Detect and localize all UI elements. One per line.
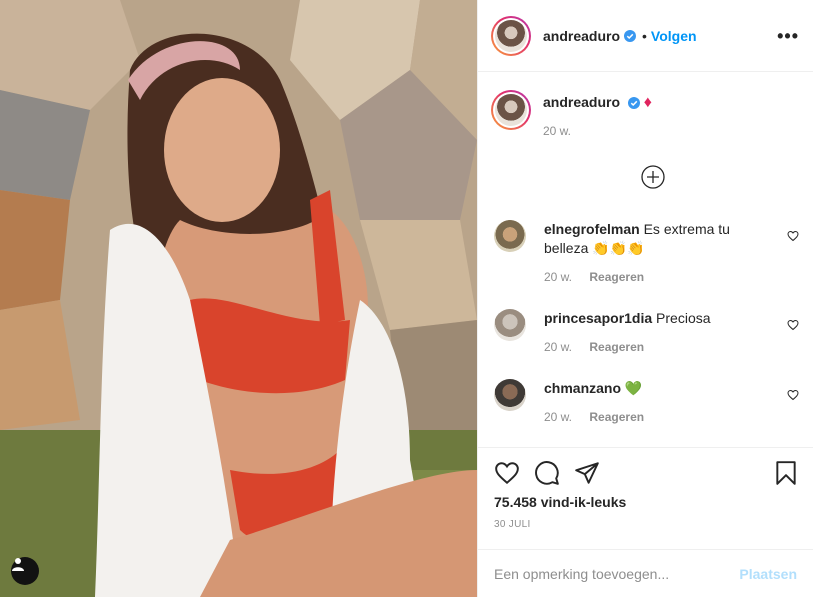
reply-button[interactable]: Reageren	[589, 340, 644, 354]
caption-avatar[interactable]	[491, 90, 531, 130]
post-details-panel: andreaduro • Volgen ••• andreaduro ♦ 20 …	[477, 0, 813, 597]
author-username[interactable]: andreaduro	[543, 28, 620, 44]
verified-icon	[624, 29, 637, 42]
commenter-avatar[interactable]	[494, 379, 526, 411]
verified-icon	[627, 97, 640, 110]
likes-count[interactable]: 75.458 vind-ik-leuks	[494, 494, 626, 510]
caption-username[interactable]: andreaduro	[543, 94, 620, 110]
heart-icon[interactable]	[787, 230, 799, 242]
post-actions: 75.458 vind-ik-leuks 30 JULI Plaatsen	[478, 447, 813, 597]
post-comment-button[interactable]: Plaatsen	[739, 566, 797, 582]
comment-text: 💚	[624, 380, 643, 396]
comment-username[interactable]: elnegrofelman	[544, 221, 640, 237]
tag-user-icon	[12, 558, 24, 571]
share-icon[interactable]	[574, 460, 600, 486]
comment-username[interactable]: princesapor1dia	[544, 310, 652, 326]
comment-time[interactable]: 20 w.	[544, 270, 572, 284]
heart-icon[interactable]	[494, 460, 520, 486]
comment-item: elnegrofelman Es extrema tu belleza 👏👏👏 …	[494, 220, 799, 287]
heart-icon[interactable]	[787, 319, 799, 331]
photo-illustration	[0, 0, 477, 597]
add-circle-icon[interactable]	[641, 165, 665, 189]
caption-text: ♦	[643, 94, 652, 111]
comment-time[interactable]: 20 w.	[544, 410, 572, 424]
action-icon-row	[494, 460, 799, 486]
post-date[interactable]: 30 JULI	[494, 519, 531, 530]
tag-user-button[interactable]	[11, 557, 39, 585]
author-avatar[interactable]	[491, 15, 531, 56]
comment-icon[interactable]	[534, 460, 560, 486]
heart-icon[interactable]	[787, 389, 799, 401]
post-caption: andreaduro ♦ 20 w.	[491, 90, 799, 138]
comment-item: chmanzano 💚 20 w. Reageren	[494, 379, 799, 427]
post-header: andreaduro • Volgen •••	[478, 0, 813, 72]
header-separator: •	[642, 27, 647, 44]
follow-button[interactable]: Volgen	[651, 28, 697, 44]
post-photo[interactable]	[0, 0, 477, 597]
reply-button[interactable]: Reageren	[589, 270, 644, 284]
more-options-icon[interactable]: •••	[777, 27, 799, 45]
caption-time[interactable]: 20 w.	[543, 124, 652, 138]
commenter-avatar[interactable]	[494, 220, 526, 252]
comment-input[interactable]	[494, 566, 740, 582]
bookmark-icon[interactable]	[773, 460, 799, 486]
reply-button[interactable]: Reageren	[589, 410, 644, 424]
comment-text: Preciosa	[656, 310, 711, 326]
commenter-avatar[interactable]	[494, 309, 526, 341]
add-comment-bar: Plaatsen	[478, 549, 813, 597]
comment-item: princesapor1dia Preciosa 20 w. Reageren	[494, 309, 799, 357]
comment-time[interactable]: 20 w.	[544, 340, 572, 354]
comment-username[interactable]: chmanzano	[544, 380, 621, 396]
